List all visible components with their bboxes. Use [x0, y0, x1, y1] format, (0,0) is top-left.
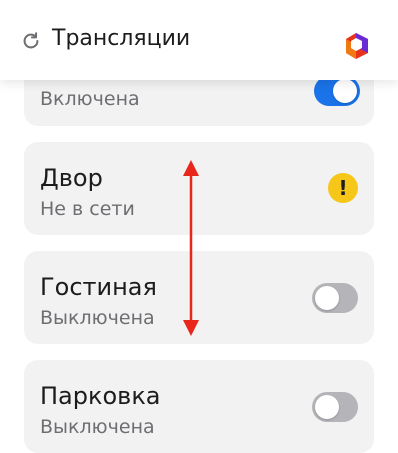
refresh-icon[interactable] — [20, 30, 42, 52]
scroll-direction-arrow — [183, 160, 199, 336]
toggle-knob — [315, 395, 339, 419]
camera-status: Выключена — [40, 307, 155, 329]
camera-toggle[interactable] — [314, 76, 360, 106]
camera-name: Гостиная — [40, 273, 157, 301]
warning-icon[interactable]: ! — [328, 173, 358, 203]
top-bar: Трансляции — [0, 0, 398, 80]
camera-toggle[interactable] — [312, 392, 358, 422]
page-title: Трансляции — [52, 26, 191, 51]
camera-status: Выключена — [40, 416, 155, 438]
app-logo-icon — [346, 33, 368, 59]
camera-toggle[interactable] — [312, 283, 358, 313]
camera-status: Не в сети — [40, 198, 135, 220]
camera-name: Двор — [40, 164, 103, 192]
toggle-knob — [333, 79, 357, 103]
camera-status: Включена — [40, 88, 140, 110]
camera-name: Парковка — [40, 382, 161, 410]
toggle-knob — [315, 286, 339, 310]
camera-card[interactable]: Парковка Выключена — [24, 360, 374, 453]
